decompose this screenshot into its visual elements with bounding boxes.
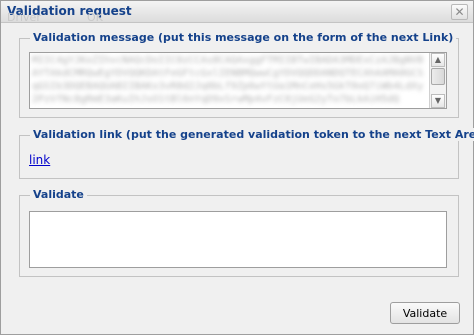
validation-token-textarea[interactable] xyxy=(29,211,447,268)
validate-button[interactable]: Validate xyxy=(390,302,460,324)
validation-link-legend: Validation link (put the generated valid… xyxy=(30,128,474,141)
validate-group: Validate xyxy=(19,188,459,277)
validation-request-dialog: Validation request Driver OK ✕ Validatio… xyxy=(0,0,474,335)
validation-link-group: Validation link (put the generated valid… xyxy=(19,128,474,179)
arrow-down-icon[interactable]: ▼ xyxy=(431,94,445,108)
background-ghost-ok: OK xyxy=(87,11,103,24)
validation-link[interactable]: link xyxy=(29,153,50,167)
validation-message-text: MIIC4gYJKoZIhvcNAQcDoIIC0zCCAs8CAQAxggFT… xyxy=(32,55,424,105)
close-icon[interactable]: ✕ xyxy=(451,4,468,20)
validation-message-textarea[interactable]: MIIC4gYJKoZIhvcNAQcDoIIC0zCCAs8CAQAxggFT… xyxy=(29,52,447,109)
validate-legend: Validate xyxy=(30,188,87,201)
dialog-titlebar[interactable]: Validation request Driver OK ✕ xyxy=(1,1,473,24)
arrow-up-icon[interactable]: ▲ xyxy=(431,53,445,67)
message-scrollbar[interactable]: ▲ ▼ xyxy=(429,53,446,108)
validation-message-group: Validation message (put this message on … xyxy=(19,31,459,118)
validation-message-legend: Validation message (put this message on … xyxy=(30,31,457,44)
scrollbar-thumb[interactable] xyxy=(431,68,445,85)
background-ghost-label: Driver xyxy=(7,11,41,24)
